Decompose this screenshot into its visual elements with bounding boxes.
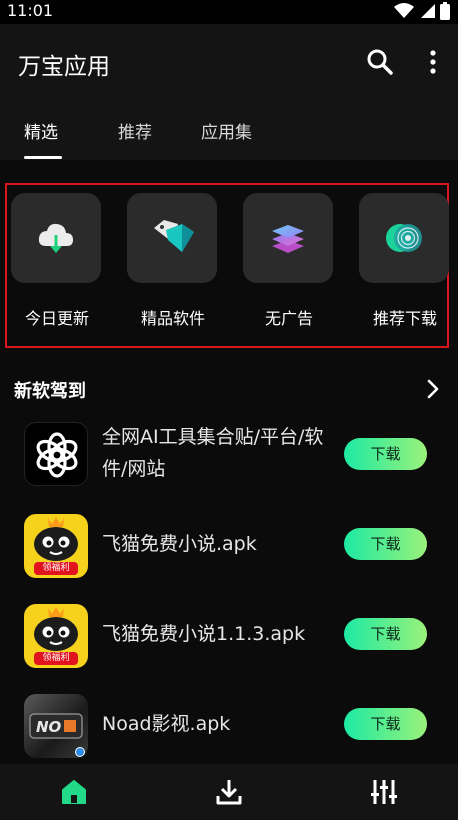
main-content[interactable]: 今日更新 精品软件 无广告 推荐下载 新软驾到 全网AI工具集合贴/平台/软件/… <box>0 160 458 764</box>
layers-icon <box>243 193 333 283</box>
feimao-novel-icon: 领福利 <box>24 604 88 668</box>
search-icon[interactable] <box>366 48 394 76</box>
category-premium-software[interactable]: 精品软件 <box>127 193 219 328</box>
tab-collections[interactable]: 应用集 <box>201 118 252 143</box>
target-icon <box>359 193 449 283</box>
download-button[interactable]: 下载 <box>344 618 427 650</box>
category-label: 精品软件 <box>140 309 205 328</box>
category-today-updates[interactable]: 今日更新 <box>11 193 103 328</box>
status-bar: 11:01 <box>0 0 458 24</box>
tab-indicator <box>24 156 62 159</box>
equalizer-icon[interactable] <box>370 778 398 806</box>
app-name: 飞猫免费小说.apk <box>102 533 257 555</box>
app-list-item[interactable]: 全网AI工具集合贴/平台/软件/网站 下载 <box>0 418 458 498</box>
app-list-item[interactable]: 领福利 飞猫免费小说.apk 下载 <box>0 510 458 590</box>
feimao-novel-icon: 领福利 <box>24 514 88 578</box>
category-recommended-downloads[interactable]: 推荐下载 <box>359 193 451 328</box>
download-button[interactable]: 下载 <box>344 528 427 560</box>
battery-icon <box>440 2 450 24</box>
chevron-right-icon[interactable] <box>422 377 444 401</box>
download-button[interactable]: 下载 <box>344 708 427 740</box>
status-icons <box>394 2 450 24</box>
app-name: 飞猫免费小说1.1.3.apk <box>102 623 306 645</box>
download-button[interactable]: 下载 <box>344 438 427 470</box>
category-label: 今日更新 <box>24 309 89 328</box>
app-list-item[interactable]: 领福利 飞猫免费小说1.1.3.apk 下载 <box>0 600 458 680</box>
noad-video-icon: NO <box>24 694 88 758</box>
tab-recommended[interactable]: 推荐 <box>118 118 152 143</box>
section-header[interactable]: 新软驾到 <box>14 375 444 405</box>
bottom-nav <box>0 764 458 820</box>
tab-bar: 精选 推荐 应用集 <box>0 100 458 160</box>
app-bar: 万宝应用 <box>0 24 458 100</box>
diamond-icon <box>127 193 217 283</box>
cloud-download-icon <box>11 193 101 283</box>
category-section: 今日更新 精品软件 无广告 推荐下载 <box>5 183 449 348</box>
app-name: Noad影视.apk <box>102 713 231 735</box>
app-title: 万宝应用 <box>18 54 110 80</box>
more-vertical-icon[interactable] <box>424 48 442 76</box>
tab-featured[interactable]: 精选 <box>24 118 58 143</box>
signal-icon <box>419 3 435 23</box>
wifi-icon <box>394 3 414 23</box>
app-icon-badge: 领福利 <box>42 563 70 573</box>
status-time: 11:01 <box>7 1 54 20</box>
home-icon[interactable] <box>60 778 88 806</box>
app-list-item[interactable]: NO Noad影视.apk 下载 <box>0 690 458 764</box>
app-name: 全网AI工具集合贴/平台/软件/网站 <box>102 426 324 480</box>
section-title: 新软驾到 <box>14 381 86 402</box>
app-icon-badge: 领福利 <box>42 653 70 663</box>
download-icon[interactable] <box>215 778 243 806</box>
category-label: 推荐下载 <box>372 309 437 328</box>
category-no-ads[interactable]: 无广告 <box>243 193 335 328</box>
openai-logo-icon <box>24 422 88 486</box>
category-label: 无广告 <box>264 309 313 328</box>
svg-text:NO: NO <box>36 718 62 736</box>
